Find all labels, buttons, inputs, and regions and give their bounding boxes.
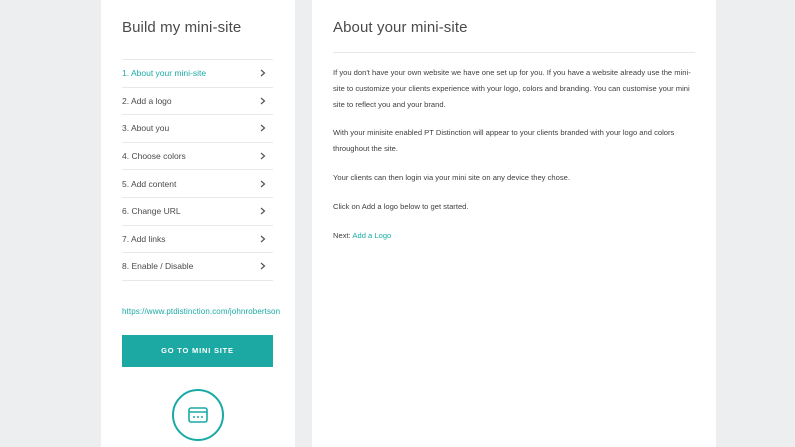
chevron-right-icon <box>259 97 267 105</box>
chevron-right-icon <box>259 262 267 270</box>
step-enable-disable[interactable]: 8. Enable / Disable <box>122 253 273 281</box>
next-prefix: Next: <box>333 230 353 240</box>
main-panel: About your mini-site If you don't have y… <box>312 0 716 447</box>
step-change-url[interactable]: 6. Change URL <box>122 198 273 226</box>
intro-paragraph: If you don't have your own website we ha… <box>333 68 691 109</box>
step-label: 3. About you <box>122 123 170 134</box>
chevron-right-icon <box>259 124 267 132</box>
add-a-logo-link[interactable]: Add a Logo <box>352 231 391 240</box>
step-add-content[interactable]: 5. Add content <box>122 170 273 198</box>
step-label: 8. Enable / Disable <box>122 261 194 272</box>
login-paragraph: Your clients can then login via your min… <box>333 172 570 182</box>
step-about-mini-site[interactable]: 1. About your mini-site <box>122 60 273 88</box>
step-add-logo[interactable]: 2. Add a logo <box>122 88 273 116</box>
step-label: 1. About your mini-site <box>122 68 207 79</box>
chevron-right-icon <box>259 235 267 243</box>
chevron-right-icon <box>259 152 267 160</box>
get-started-paragraph: Click on Add a logo below to get started… <box>333 201 469 211</box>
mini-site-url-link[interactable]: https://www.ptdistinction.com/johnrobert… <box>122 307 295 316</box>
step-label: 2. Add a logo <box>122 95 172 106</box>
browser-window-icon <box>172 389 224 441</box>
go-to-mini-site-button[interactable]: GO TO MINI SITE <box>122 334 273 367</box>
chevron-right-icon <box>259 69 267 77</box>
chevron-right-icon <box>259 180 267 188</box>
sidebar-title: Build my mini-site <box>122 19 242 36</box>
page-title: About your mini-site <box>333 19 468 36</box>
step-add-links[interactable]: 7. Add links <box>122 226 273 254</box>
step-about-you[interactable]: 3. About you <box>122 115 273 143</box>
step-label: 6. Change URL <box>122 206 181 217</box>
step-choose-colors[interactable]: 4. Choose colors <box>122 143 273 171</box>
step-label: 4. Choose colors <box>122 151 186 162</box>
step-label: 7. Add links <box>122 233 166 244</box>
step-label: 5. Add content <box>122 178 177 189</box>
steps-list: 1. About your mini-site 2. Add a logo 3.… <box>122 59 273 281</box>
chevron-right-icon <box>259 207 267 215</box>
next-step: Next: Add a Logo <box>333 228 695 244</box>
divider <box>333 52 695 53</box>
sidebar: Build my mini-site 1. About your mini-si… <box>101 0 295 447</box>
branding-paragraph: With your minisite enabled PT Distinctio… <box>333 128 675 154</box>
